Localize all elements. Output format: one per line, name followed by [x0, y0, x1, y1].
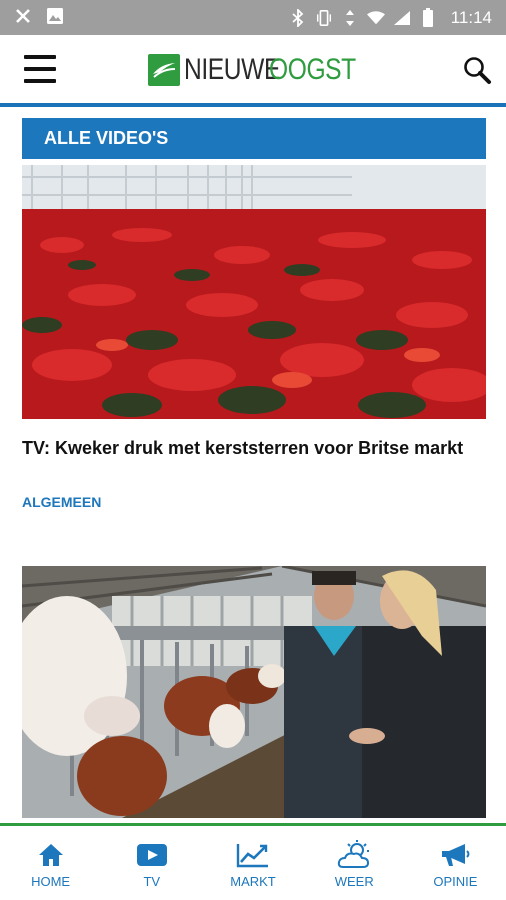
megaphone-icon	[439, 842, 471, 868]
chart-trend-icon	[236, 842, 270, 868]
home-icon	[37, 842, 65, 868]
logo-text-oogst: OOGST	[269, 53, 356, 86]
vibrate-icon	[315, 9, 333, 27]
article-image-cows-barn[interactable]	[22, 566, 486, 818]
battery-icon	[419, 7, 437, 27]
play-video-icon	[136, 842, 168, 868]
image-icon	[46, 7, 64, 25]
logo-leaf-icon	[148, 54, 180, 86]
hamburger-menu-icon[interactable]	[24, 55, 56, 83]
signal-icon	[393, 9, 411, 27]
article-title[interactable]: TV: Kweker druk met kerststerren voor Br…	[22, 436, 472, 461]
section-title: ALLE VIDEO'S	[22, 118, 486, 159]
logo-text-nieuwe: NIEUWE	[184, 53, 280, 86]
wifi-icon	[366, 9, 385, 27]
tab-home[interactable]: HOME	[0, 826, 101, 900]
weather-sun-cloud-icon	[337, 840, 371, 868]
status-bar: 11:14	[0, 0, 506, 35]
missed-call-icon	[14, 7, 32, 25]
app-bar-divider	[0, 103, 506, 107]
tab-tv[interactable]: TV	[101, 826, 202, 900]
search-icon[interactable]	[462, 55, 492, 85]
article-category[interactable]: ALGEMEEN	[22, 494, 101, 510]
tab-weer[interactable]: WEER	[304, 826, 405, 900]
app-logo[interactable]: NIEUWE OOGST	[148, 52, 375, 88]
tab-tv-label: TV	[143, 874, 161, 889]
bottom-navigation: HOME TV MARKT WEER OPINIE	[0, 823, 506, 900]
article-image-poinsettia[interactable]	[22, 165, 486, 419]
bluetooth-icon	[289, 8, 307, 27]
tab-markt-label: MARKT	[230, 874, 276, 889]
status-time: 11:14	[450, 7, 492, 27]
tab-home-label: HOME	[31, 874, 71, 889]
app-bar: NIEUWE OOGST	[0, 35, 506, 104]
tab-markt[interactable]: MARKT	[202, 826, 303, 900]
tab-opinie[interactable]: OPINIE	[405, 826, 506, 900]
data-arrows-icon	[341, 9, 359, 27]
tab-weer-label: WEER	[334, 874, 374, 889]
tab-opinie-label: OPINIE	[433, 874, 478, 889]
